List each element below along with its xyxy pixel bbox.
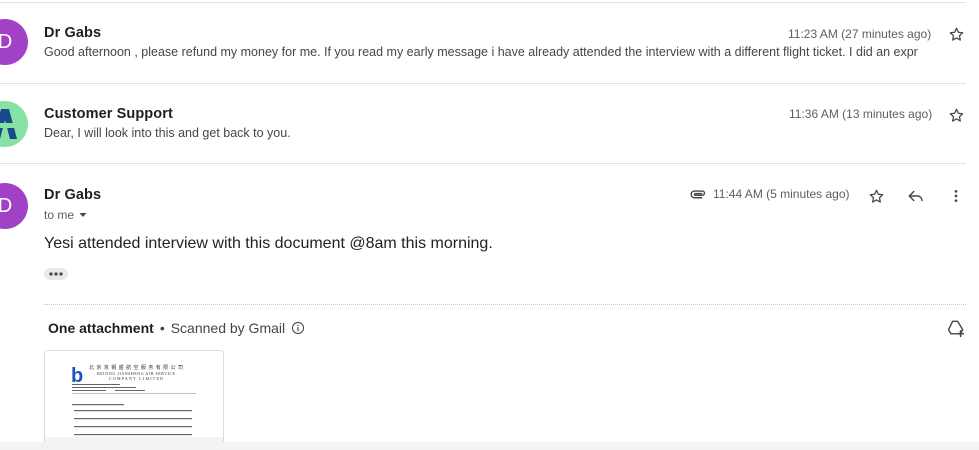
star-icon[interactable] [944, 103, 968, 127]
bottom-bar [0, 442, 979, 450]
sender-name: Dr Gabs [44, 187, 102, 203]
scan-label: Scanned by Gmail [170, 320, 286, 336]
attachment-divider [44, 304, 966, 305]
attachment-header: One attachment • Scanned by Gmail [48, 320, 305, 336]
more-horiz-icon [49, 272, 63, 276]
info-icon[interactable] [291, 321, 305, 335]
show-trimmed-content-button[interactable] [44, 268, 68, 280]
paperclip-icon [685, 182, 709, 206]
message-time: 11:23 AM (27 minutes ago) [788, 27, 932, 41]
star-icon[interactable] [864, 184, 888, 208]
company-logo-icon [0, 109, 17, 139]
recipient-label: to me [44, 208, 75, 222]
sender-name: Dr Gabs [44, 25, 102, 41]
company-name-en-2: COMPANY LIMITED [109, 376, 163, 381]
bullet-separator: • [159, 320, 165, 336]
message-collapsed-1[interactable]: D Dr Gabs 11:23 AM (27 minutes ago) Good… [0, 0, 979, 84]
message-time: 11:36 AM (13 minutes ago) [789, 107, 933, 121]
chevron-down-icon [79, 213, 87, 217]
recipient-details[interactable]: to me [44, 208, 88, 222]
more-vert-icon[interactable] [944, 184, 968, 208]
avatar: D [0, 19, 28, 65]
message-snippet: Dear, I will look into this and get back… [44, 126, 291, 140]
company-name-cn: 北 京 京 钢 盛 航 空 服 务 有 限 公 司 [89, 364, 183, 371]
avatar [0, 101, 28, 147]
star-icon[interactable] [944, 22, 968, 46]
attachment-count-label: One attachment [48, 320, 154, 336]
add-to-drive-icon[interactable] [944, 316, 968, 340]
message-snippet: Good afternoon , please refund my money … [44, 45, 918, 59]
reply-icon[interactable] [904, 184, 928, 208]
message-collapsed-2[interactable]: Customer Support 11:36 AM (13 minutes ag… [0, 84, 979, 164]
attachment-thumbnail[interactable]: b 北 京 京 钢 盛 航 空 服 务 有 限 公 司 BEIJING JIAN… [44, 350, 224, 443]
message-body: Yesi attended interview with this docume… [44, 235, 493, 252]
document-preview: b 北 京 京 钢 盛 航 空 服 务 有 限 公 司 BEIJING JIAN… [45, 351, 223, 443]
logo-letter: b [71, 365, 83, 387]
message-time: 11:44 AM (5 minutes ago) [713, 187, 850, 201]
avatar: D [0, 183, 28, 229]
sender-name: Customer Support [44, 106, 173, 122]
message-divider [0, 163, 966, 164]
